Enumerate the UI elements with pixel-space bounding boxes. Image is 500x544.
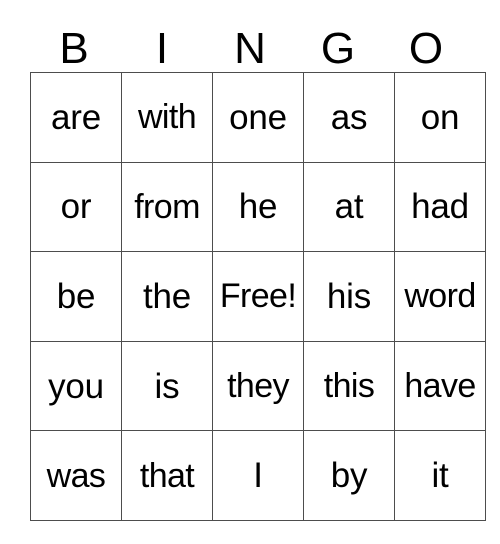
bingo-cell-r0c4[interactable]: on	[394, 72, 486, 163]
bingo-cell-r1c0[interactable]: or	[30, 161, 122, 253]
table-row: was that I by it	[30, 430, 486, 521]
bingo-cell-r0c0[interactable]: are	[30, 72, 122, 163]
bingo-cell-r0c3[interactable]: as	[303, 72, 395, 163]
bingo-cell-label: was	[46, 456, 106, 495]
bingo-cell-label: are	[51, 97, 101, 137]
bingo-cell-label: had	[411, 187, 469, 227]
table-row: or from he at had	[30, 161, 486, 253]
bingo-cell-r4c2[interactable]: I	[212, 430, 304, 521]
bingo-cell-r1c2[interactable]: he	[212, 161, 304, 253]
bingo-cell-label: one	[229, 97, 287, 137]
bingo-cell-label: this	[323, 367, 375, 406]
column-header-n: N	[234, 24, 266, 73]
bingo-cell-r2c3[interactable]: his	[303, 251, 395, 342]
bingo-cell-r3c0[interactable]: you	[30, 340, 122, 432]
bingo-cell-r3c4[interactable]: have	[394, 340, 486, 432]
bingo-cell-label: that	[139, 456, 195, 495]
bingo-cell-label: from	[134, 187, 200, 226]
bingo-cell-label: I	[253, 456, 263, 496]
bingo-cell-r1c4[interactable]: had	[394, 161, 486, 253]
bingo-cell-r3c2[interactable]: they	[212, 340, 304, 432]
bingo-grid: are with one as on or from he at had be …	[30, 72, 486, 521]
bingo-cell-label: at	[334, 187, 364, 227]
column-header-o: O	[408, 24, 444, 73]
bingo-cell-label: he	[238, 187, 278, 227]
bingo-cell-label: as	[330, 97, 368, 137]
column-header-i: I	[155, 24, 169, 73]
bingo-cell-label: on	[420, 97, 460, 137]
table-row: you is they this have	[30, 340, 486, 432]
bingo-cell-r2c1[interactable]: the	[121, 251, 213, 342]
bingo-cell-r3c3[interactable]: this	[303, 340, 395, 432]
column-header-g: G	[320, 24, 356, 73]
bingo-cell-r1c3[interactable]: at	[303, 161, 395, 253]
bingo-header-row: B I N G O	[30, 26, 470, 72]
free-space-label: Free!	[219, 277, 297, 316]
bingo-cell-label: word	[404, 277, 476, 316]
bingo-cell-label: his	[326, 276, 372, 316]
bingo-cell-r3c1[interactable]: is	[121, 340, 213, 432]
bingo-cell-r1c1[interactable]: from	[121, 161, 213, 253]
bingo-cell-r4c1[interactable]: that	[121, 430, 213, 521]
bingo-cell-label: by	[330, 456, 368, 496]
bingo-cell-label: they	[227, 367, 289, 406]
bingo-cell-label: or	[60, 187, 92, 227]
bingo-cell-r4c4[interactable]: it	[394, 430, 486, 521]
bingo-cell-r0c2[interactable]: one	[212, 72, 304, 163]
bingo-cell-label: the	[142, 276, 192, 316]
bingo-cell-label: have	[404, 367, 476, 406]
bingo-cell-label: is	[154, 366, 180, 406]
bingo-cell-label: with	[137, 98, 197, 137]
bingo-cell-r4c0[interactable]: was	[30, 430, 122, 521]
column-header-b: B	[59, 24, 89, 73]
bingo-cell-r4c3[interactable]: by	[303, 430, 395, 521]
bingo-cell-label: you	[48, 366, 104, 406]
bingo-cell-free-space[interactable]: Free!	[212, 251, 304, 342]
bingo-cell-r2c4[interactable]: word	[394, 251, 486, 342]
table-row: be the Free! his word	[30, 251, 486, 342]
bingo-cell-r0c1[interactable]: with	[121, 72, 213, 163]
bingo-cell-label: be	[56, 276, 96, 316]
table-row: are with one as on	[30, 72, 486, 163]
bingo-card: B I N G O are with one as on or from he …	[30, 26, 486, 521]
bingo-cell-label: it	[431, 456, 449, 496]
bingo-cell-r2c0[interactable]: be	[30, 251, 122, 342]
